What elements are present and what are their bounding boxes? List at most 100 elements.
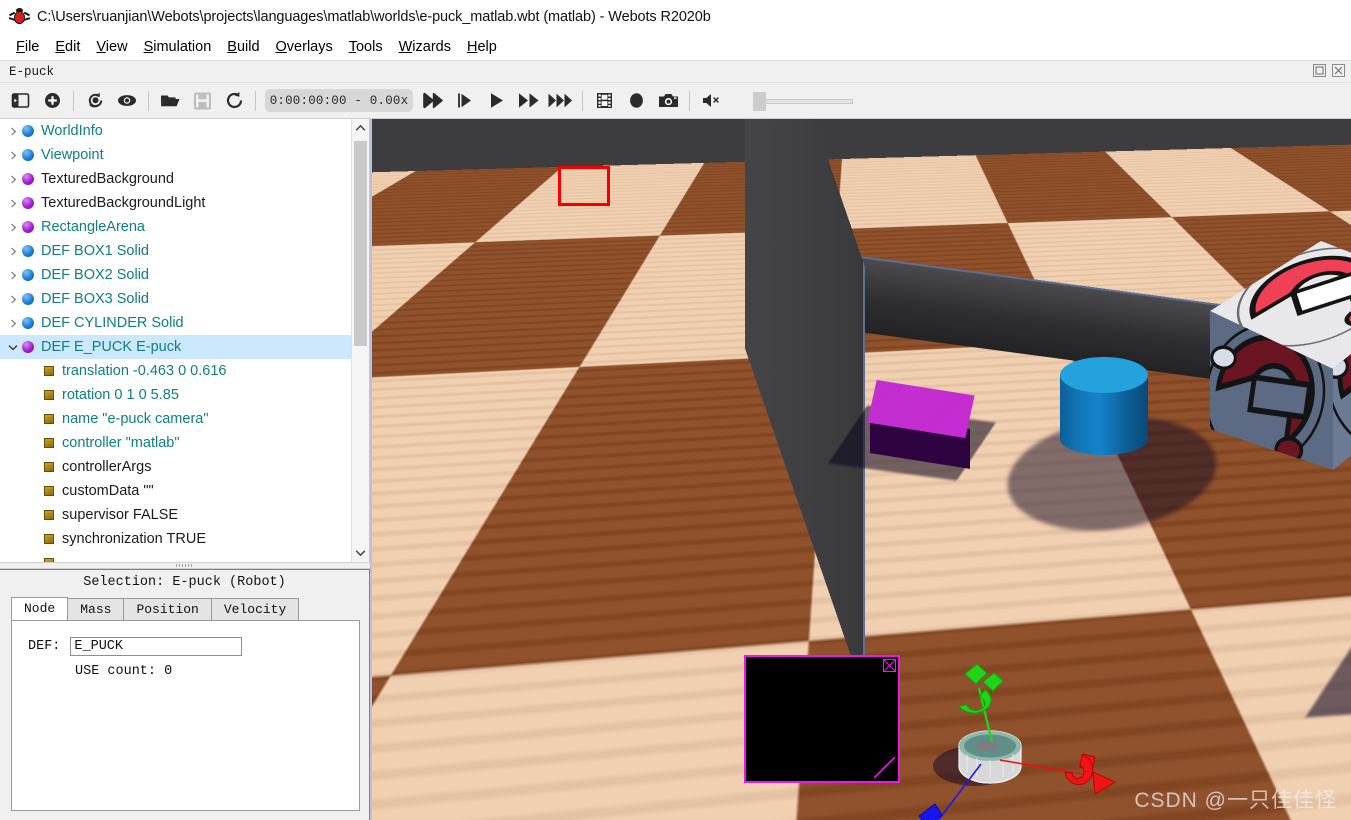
csdn-watermark: CSDN @一只佳佳怪 — [1134, 789, 1337, 812]
rewind-icon[interactable] — [417, 86, 449, 116]
menu-wizards[interactable]: Wizards — [391, 38, 459, 56]
tree-field-name[interactable]: name "e-puck camera" — [0, 407, 351, 431]
open-world-icon[interactable] — [154, 86, 186, 116]
chevron-right-icon[interactable] — [4, 239, 22, 263]
chevron-right-icon[interactable] — [4, 215, 22, 239]
tree-node-epuck[interactable]: DEF E_PUCK E-puck — [0, 335, 351, 359]
reset-simulation-icon[interactable] — [218, 86, 250, 116]
volume-slider[interactable] — [753, 90, 853, 112]
epuck-robot-with-gizmo[interactable] — [897, 654, 1147, 820]
field-icon — [44, 486, 54, 496]
tree-field-synchronization[interactable]: synchronization TRUE — [0, 527, 351, 551]
chevron-right-icon[interactable] — [4, 263, 22, 287]
tree-field-controllerargs[interactable]: controllerArgs — [0, 455, 351, 479]
panel-splitter[interactable] — [0, 562, 370, 569]
tree-node-label: DEF E_PUCK E-puck — [41, 339, 182, 355]
tree-node-viewpoint[interactable]: Viewpoint — [0, 143, 351, 167]
epuck-logo-cube[interactable] — [1205, 239, 1351, 471]
tree-node-texturedbackground[interactable]: TexturedBackground — [0, 167, 351, 191]
tree-field-translation[interactable]: translation -0.463 0 0.616 — [0, 359, 351, 383]
menu-bar: File Edit View Simulation Build Overlays… — [0, 34, 1351, 61]
node-type-icon — [22, 293, 34, 305]
save-world-icon[interactable] — [186, 86, 218, 116]
tree-field-controller[interactable]: controller "matlab" — [0, 431, 351, 455]
tree-node-label: DEF BOX3 Solid — [41, 291, 149, 307]
tree-node-box2[interactable]: DEF BOX2 Solid — [0, 263, 351, 287]
chevron-right-icon[interactable] — [4, 119, 22, 143]
tree-node-label: TexturedBackground — [41, 171, 174, 187]
blue-cylinder-top[interactable] — [1060, 357, 1148, 393]
field-icon — [44, 366, 54, 376]
menu-file[interactable]: File — [8, 38, 47, 56]
tree-node-worldinfo[interactable]: WorldInfo — [0, 119, 351, 143]
step-icon[interactable] — [449, 86, 481, 116]
node-type-icon — [22, 269, 34, 281]
scroll-down-icon[interactable] — [352, 544, 369, 562]
tree-field-supervisor[interactable]: supervisor FALSE — [0, 503, 351, 527]
tree-node-label: RectangleArena — [41, 219, 145, 235]
node-tab-content: DEF: E_PUCK USE count: 0 — [11, 620, 360, 811]
menu-edit[interactable]: Edit — [47, 38, 88, 56]
chevron-right-icon[interactable] — [4, 191, 22, 215]
make-movie-icon[interactable] — [588, 86, 620, 116]
tree-field-label: controllerArgs — [62, 459, 152, 475]
chevron-right-icon[interactable] — [4, 143, 22, 167]
tree-node-rectanglearena[interactable]: RectangleArena — [0, 215, 351, 239]
tab-velocity[interactable]: Velocity — [210, 598, 300, 620]
tree-node-box3[interactable]: DEF BOX3 Solid — [0, 287, 351, 311]
tree-node-label: DEF BOX1 Solid — [41, 243, 149, 259]
volume-handle[interactable] — [753, 91, 766, 111]
scene-tree-scrollbar[interactable] — [351, 119, 369, 562]
menu-overlays[interactable]: Overlays — [268, 38, 341, 56]
tree-node-box1[interactable]: DEF BOX1 Solid — [0, 239, 351, 263]
camera-overlay-main[interactable] — [744, 655, 900, 783]
subwindow-tab-epuck[interactable]: E-puck — [0, 65, 54, 79]
record-animation-icon[interactable] — [620, 86, 652, 116]
node-type-icon — [22, 245, 34, 257]
menu-tools[interactable]: Tools — [341, 38, 391, 56]
run-fastest-icon[interactable] — [545, 86, 577, 116]
menu-help[interactable]: Help — [459, 38, 505, 56]
scene-tree-list[interactable]: WorldInfo Viewpoint TexturedBackground T… — [0, 119, 351, 562]
tree-node-label: DEF BOX2 Solid — [41, 267, 149, 283]
menu-build[interactable]: Build — [219, 38, 267, 56]
simulation-3d-viewport[interactable]: CSDN @一只佳佳怪 — [370, 119, 1351, 820]
tree-field-partial[interactable] — [0, 551, 351, 562]
tab-position[interactable]: Position — [123, 598, 212, 620]
scroll-up-icon[interactable] — [352, 119, 369, 137]
tab-mass[interactable]: Mass — [67, 598, 125, 620]
chevron-down-icon[interactable] — [4, 335, 22, 359]
add-node-icon[interactable] — [36, 86, 68, 116]
play-icon[interactable] — [481, 86, 513, 116]
def-input[interactable]: E_PUCK — [70, 637, 243, 656]
tree-field-customdata[interactable]: customData "" — [0, 479, 351, 503]
chevron-right-icon[interactable] — [4, 167, 22, 191]
def-row: DEF: E_PUCK — [12, 637, 359, 656]
screenshot-icon[interactable] — [652, 86, 684, 116]
tree-field-label: synchronization TRUE — [62, 531, 206, 547]
field-icon — [44, 462, 54, 472]
overlay-close-icon[interactable] — [883, 659, 896, 672]
close-icon[interactable] — [1331, 63, 1346, 78]
tab-node[interactable]: Node — [11, 597, 69, 620]
menu-simulation[interactable]: Simulation — [136, 38, 220, 56]
toggle-sidebar-icon[interactable] — [4, 86, 36, 116]
fast-forward-icon[interactable] — [513, 86, 545, 116]
menu-view[interactable]: View — [88, 38, 135, 56]
tree-field-label: controller "matlab" — [62, 435, 180, 451]
chevron-right-icon[interactable] — [4, 311, 22, 335]
chevron-right-icon[interactable] — [4, 287, 22, 311]
restore-icon[interactable] — [1312, 63, 1327, 78]
webots-main-window: C:\Users\ruanjian\Webots\projects\langua… — [0, 0, 1351, 820]
tree-field-rotation[interactable]: rotation 0 1 0 5.85 — [0, 383, 351, 407]
reload-world-icon[interactable] — [79, 86, 111, 116]
viewpoint-icon[interactable] — [111, 86, 143, 116]
sound-mute-icon[interactable] — [695, 86, 727, 116]
tree-field-label: name "e-puck camera" — [62, 411, 209, 427]
field-icon — [44, 558, 54, 562]
scrollbar-thumb[interactable] — [354, 141, 367, 346]
tree-node-cylinder[interactable]: DEF CYLINDER Solid — [0, 311, 351, 335]
tree-node-texturedbackgroundlight[interactable]: TexturedBackgroundLight — [0, 191, 351, 215]
def-label: DEF: — [28, 639, 61, 654]
overlay-resize-handle[interactable] — [874, 757, 896, 779]
